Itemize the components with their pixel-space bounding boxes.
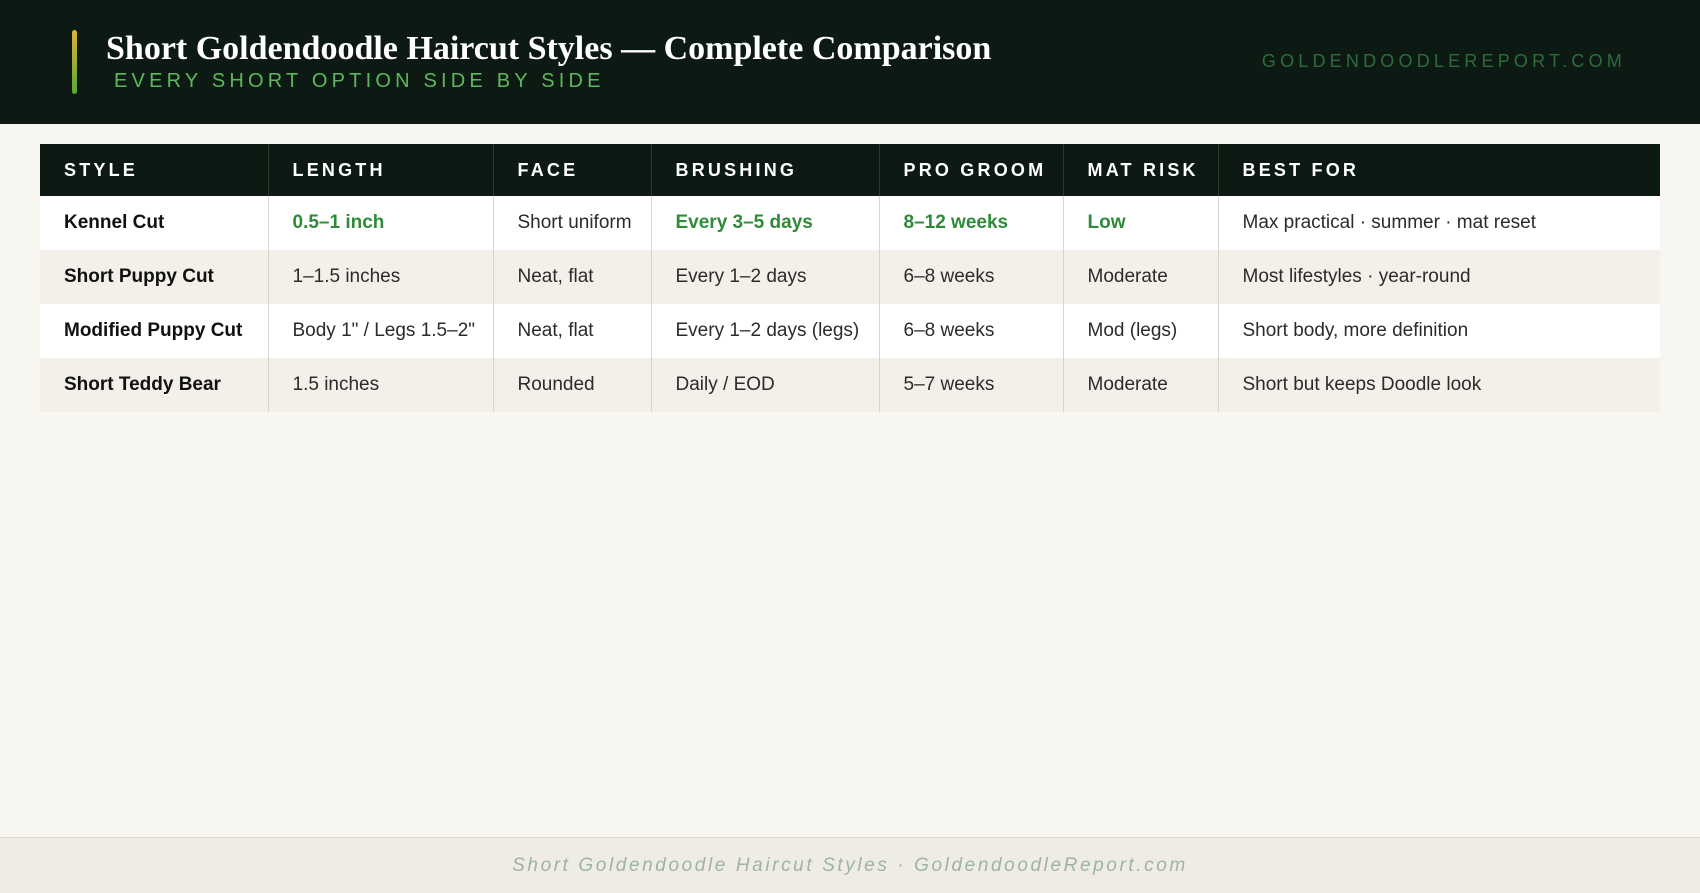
page-title: Short Goldendoodle Haircut Styles — Comp… [106,30,992,67]
column-header-style: STYLE [40,144,268,196]
column-header-brushing: BRUSHING [650,144,879,196]
table-row: Modified Puppy Cut Body 1" / Legs 1.5–2"… [40,304,1660,358]
length-cell: 0.5–1 inch [267,196,493,250]
face-cell: Rounded [492,358,651,412]
table-row: Kennel Cut 0.5–1 inch Short uniform Ever… [40,196,1660,250]
face-cell: Neat, flat [492,250,651,304]
mat-risk-cell: Low [1062,196,1218,250]
table-row: Short Puppy Cut 1–1.5 inches Neat, flat … [40,250,1660,304]
mat-risk-cell: Moderate [1062,358,1218,412]
style-cell: Kennel Cut [40,196,268,250]
column-header-best-for: BEST FOR [1217,144,1660,196]
face-cell: Neat, flat [492,304,651,358]
page-header: Short Goldendoodle Haircut Styles — Comp… [0,0,1700,124]
style-cell: Modified Puppy Cut [40,304,268,358]
best-for-cell: Short body, more definition [1217,304,1660,358]
page-footer: Short Goldendoodle Haircut Styles · Gold… [0,837,1700,893]
site-name: GOLDENDOODLEREPORT.COM [1261,51,1626,71]
pro-groom-cell: 8–12 weeks [878,196,1063,250]
table-row: Short Teddy Bear 1.5 inches Rounded Dail… [40,358,1660,412]
pro-groom-cell: 6–8 weeks [878,304,1063,358]
pro-groom-cell: 6–8 weeks [878,250,1063,304]
mat-risk-cell: Moderate [1062,250,1218,304]
best-for-cell: Max practical · summer · mat reset [1217,196,1660,250]
pro-groom-cell: 5–7 weeks [878,358,1063,412]
page-subtitle: EVERY SHORT OPTION SIDE BY SIDE [114,70,605,92]
brushing-cell: Every 1–2 days [650,250,879,304]
column-header-mat-risk: MAT RISK [1062,144,1218,196]
best-for-cell: Short but keeps Doodle look [1217,358,1660,412]
column-header-face: FACE [492,144,651,196]
table-header-row: STYLE LENGTH FACE BRUSHING PRO GROOM MAT… [40,144,1660,196]
length-cell: Body 1" / Legs 1.5–2" [267,304,493,358]
title-accent-bar [72,30,77,94]
footer-text: Short Goldendoodle Haircut Styles · Gold… [512,855,1188,876]
face-cell: Short uniform [492,196,651,250]
brushing-cell: Daily / EOD [650,358,879,412]
style-cell: Short Teddy Bear [40,358,268,412]
brushing-cell: Every 3–5 days [650,196,879,250]
length-cell: 1–1.5 inches [267,250,493,304]
best-for-cell: Most lifestyles · year-round [1217,250,1660,304]
column-header-pro-groom: PRO GROOM [878,144,1063,196]
brushing-cell: Every 1–2 days (legs) [650,304,879,358]
length-cell: 1.5 inches [267,358,493,412]
column-header-length: LENGTH [267,144,493,196]
mat-risk-cell: Mod (legs) [1062,304,1218,358]
style-cell: Short Puppy Cut [40,250,268,304]
comparison-table: STYLE LENGTH FACE BRUSHING PRO GROOM MAT… [40,144,1660,412]
